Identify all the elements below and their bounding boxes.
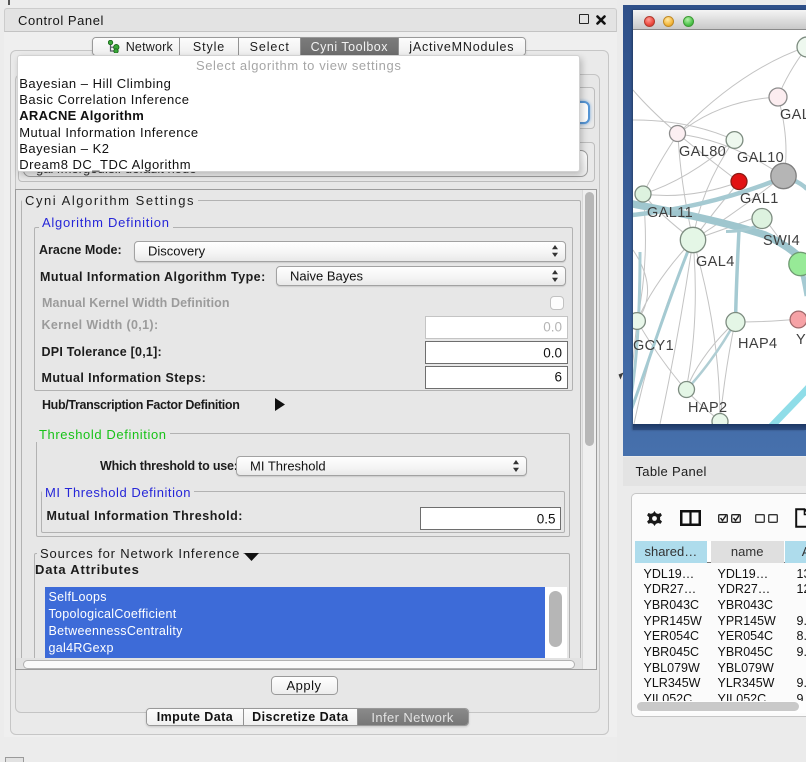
svg-text:GAL80: GAL80 — [679, 144, 726, 160]
svg-text:GCY1: GCY1 — [633, 338, 674, 354]
svg-text:SWI4: SWI4 — [763, 233, 800, 249]
svg-text:GAL10: GAL10 — [737, 150, 784, 166]
svg-text:GAL4: GAL4 — [696, 254, 735, 270]
svg-text:HAP2: HAP2 — [688, 400, 727, 416]
svg-text:GAL1: GAL1 — [740, 191, 779, 207]
svg-text:GAL: GAL — [780, 107, 806, 123]
svg-text:GAL11: GAL11 — [647, 205, 693, 221]
svg-text:HAP4: HAP4 — [738, 336, 777, 352]
svg-text:Y: Y — [796, 332, 806, 348]
